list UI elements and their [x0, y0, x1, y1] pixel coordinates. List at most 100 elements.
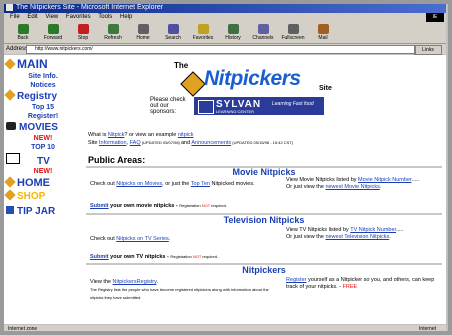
sidebar-item-top15[interactable]: Top 15 [8, 104, 78, 111]
faq-updated: (UPDATED 05/07/98) [140, 140, 181, 145]
television-icon [6, 153, 20, 164]
sponsor-sub: LEARNING CENTER [216, 109, 255, 114]
browser-icon [6, 4, 13, 11]
toolbar-label: Forward [43, 35, 63, 41]
logo-site: Site [319, 85, 332, 92]
toolbar-label: Mail [318, 35, 328, 41]
brand-logo: IE [426, 13, 444, 22]
address-bar: Address http://www.nitpickers.com/ Links [4, 44, 446, 55]
sidebar: MAIN Site Info. Notices Registry Top 15 … [4, 55, 80, 324]
status-left: Internet zone [8, 326, 38, 332]
newest-tv-nitpicks-link[interactable]: newest Television Nitpicks [325, 234, 389, 240]
menu-view[interactable]: View [45, 14, 58, 20]
movies-left-text: Check out Nitpicks on Movies, or just th… [90, 181, 255, 187]
register-link[interactable]: Register [286, 277, 306, 283]
movie-nitpicks-heading: Movie Nitpicks [232, 167, 296, 177]
back-arrow-icon [17, 24, 29, 34]
toolbar-mail-button[interactable]: Mail [310, 24, 336, 42]
menu-tools[interactable]: Tools [98, 14, 112, 20]
sponsor-banner[interactable]: SYLVAN LEARNING CENTER Learning Fast foo… [194, 97, 324, 115]
diamond-icon [4, 58, 16, 70]
menu-edit[interactable]: Edit [27, 14, 37, 20]
forward-arrow-icon [47, 24, 59, 34]
toolbar-back-button[interactable]: Back [10, 24, 36, 42]
nitpicks-on-movies-link[interactable]: Nitpicks on Movies [116, 181, 162, 187]
intro-and: and [181, 140, 192, 146]
sidebar-item-notices[interactable]: Notices [8, 82, 78, 89]
status-right: Internet [419, 326, 436, 332]
sidebar-item-registry[interactable]: Registry [4, 89, 57, 102]
announcements-link[interactable]: Announcements [191, 140, 231, 146]
links-button[interactable]: Links [414, 45, 442, 55]
menu-bar: File Edit View Favorites Tools Help IE [4, 13, 446, 22]
sponsor-text: Please check out our sponsors: [150, 97, 186, 115]
intro-text-3: Site [88, 140, 100, 146]
toolbar-favorites-button[interactable]: Favorites [190, 24, 216, 42]
sidebar-item-top10[interactable]: TOP 10 [8, 144, 78, 151]
nitpickers-heading: Nitpickers [242, 265, 286, 275]
toolbar-search-button[interactable]: Search [160, 24, 186, 42]
toolbar-label: Fullscreen [281, 35, 305, 41]
home-icon [137, 24, 149, 34]
toolbar-home-button[interactable]: Home [130, 24, 156, 42]
submit-movie-row: Submit your own movie nitpicks - Registr… [90, 203, 227, 209]
address-input[interactable]: http://www.nitpickers.com/ [26, 45, 416, 54]
sidebar-item-shop[interactable]: SHOP [4, 189, 45, 202]
page-content: MAIN Site Info. Notices Registry Top 15 … [4, 55, 446, 324]
submit-tv-link[interactable]: Submit [90, 254, 109, 260]
example-nitpick-link[interactable]: nitpick [178, 132, 194, 138]
menu-file[interactable]: File [10, 14, 20, 20]
menu-favorites[interactable]: Favorites [66, 14, 91, 20]
toolbar-label: Favorites [192, 35, 214, 41]
toolbar-history-button[interactable]: History [220, 24, 246, 42]
tv-right-text: View TV Nitpicks listed by TV Nitpick Nu… [286, 227, 404, 240]
toolbar-label: Refresh [104, 35, 122, 41]
public-areas-heading: Public Areas: [88, 155, 146, 165]
address-label: Address [6, 46, 29, 52]
logo-name: Nitpickers [204, 67, 301, 90]
toolbar: Back Forward Stop Refresh Home Search Favorite… [4, 22, 446, 44]
sidebar-item-home[interactable]: HOME [4, 176, 50, 189]
toolbar-channels-button[interactable]: Channels [250, 24, 276, 42]
diamond-icon [4, 89, 16, 101]
toolbar-label: Search [165, 35, 181, 41]
top-ten-link[interactable]: Top Ten [191, 181, 210, 187]
submit-movie-link[interactable]: Submit [90, 203, 109, 209]
window-title: The Nitpickers Site - Microsoft Internet… [16, 4, 164, 11]
nitpick-link[interactable]: Nitpick [108, 132, 125, 138]
toolbar-fullscreen-button[interactable]: Fullscreen [280, 24, 306, 42]
sidebar-item-tipjar[interactable]: TIP JAR [6, 206, 55, 217]
intro-text-2: ? or view an example [124, 132, 178, 138]
information-link[interactable]: Information [99, 140, 127, 146]
favorites-icon [197, 24, 209, 34]
menu-help[interactable]: Help [120, 14, 132, 20]
refresh-icon [107, 24, 119, 34]
newest-movie-nitpicks-link[interactable]: newest Movie Nitpicks [325, 184, 379, 190]
sponsor-tagline: Learning Fast food [272, 101, 314, 107]
movie-nitpick-number-link[interactable]: Movie Nitpick Number [358, 177, 412, 183]
toolbar-stop-button[interactable]: Stop [70, 24, 96, 42]
toolbar-label: Back [17, 35, 29, 41]
title-bar: The Nitpickers Site - Microsoft Internet… [4, 2, 446, 13]
sidebar-item-site-info[interactable]: Site Info. [8, 73, 78, 80]
toolbar-label: Channels [252, 35, 274, 41]
nitpicks-on-tv-link[interactable]: Nitpicks on TV Series [116, 236, 168, 242]
sidebar-item-tv[interactable]: TV [6, 153, 50, 167]
diamond-icon [4, 189, 16, 201]
film-camera-icon [6, 122, 16, 130]
sidebar-item-register[interactable]: Register! [8, 113, 78, 120]
faq-link[interactable]: FAQ [130, 140, 141, 146]
tv-left-text: Check out Nitpicks on TV Series. [90, 236, 171, 242]
nitpickers-registry-link[interactable]: NitpickersRegistry [113, 279, 157, 285]
tv-new-badge: NEW! [33, 168, 53, 175]
tv-nitpicks-heading: Television Nitpicks [223, 215, 305, 225]
sidebar-item-movies[interactable]: MOVIES [6, 122, 58, 133]
toolbar-label: History [225, 35, 241, 41]
toolbar-refresh-button[interactable]: Refresh [100, 24, 126, 42]
intro-text: What is Nitpick? or view an example nitp… [88, 131, 428, 147]
sidebar-item-main[interactable]: MAIN [4, 57, 48, 71]
site-logo: The Nitpickers Site Please check out our… [94, 57, 344, 117]
logo-diamond-icon [180, 71, 206, 97]
toolbar-forward-button[interactable]: Forward [40, 24, 66, 42]
tv-nitpick-number-link[interactable]: TV Nitpick Number [350, 227, 396, 233]
